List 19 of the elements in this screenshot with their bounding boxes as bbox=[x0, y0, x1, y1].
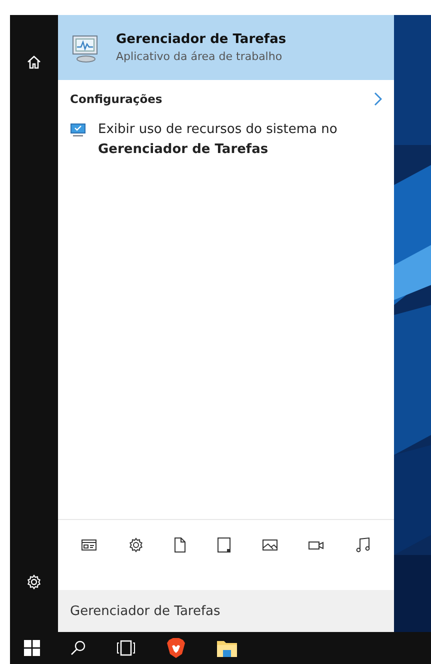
image-icon[interactable] bbox=[262, 538, 278, 552]
document-icon[interactable] bbox=[174, 537, 186, 553]
settings-icon[interactable] bbox=[128, 537, 144, 553]
best-match-result[interactable]: Gerenciador de Tarefas Aplicativo da área de trabalho bbox=[58, 15, 394, 80]
section-heading: Configurações bbox=[70, 92, 162, 106]
task-view-icon[interactable] bbox=[116, 640, 136, 656]
video-camera-icon[interactable] bbox=[308, 539, 324, 551]
search-icon[interactable] bbox=[70, 640, 86, 656]
app-window-icon[interactable] bbox=[81, 538, 98, 552]
chevron-right-icon[interactable] bbox=[374, 92, 382, 106]
result-title: Gerenciador de Tarefas bbox=[116, 32, 286, 47]
music-note-icon[interactable] bbox=[354, 537, 371, 553]
result-subtitle: Aplicativo da área de trabalho bbox=[116, 50, 284, 63]
monitor-icon bbox=[70, 123, 86, 137]
home-icon[interactable] bbox=[27, 55, 41, 69]
search-field[interactable]: Gerenciador de Tarefas bbox=[58, 590, 394, 632]
settings-result[interactable]: Exibir uso de recursos do sistema no Gerenciador de Tarefas bbox=[58, 114, 394, 166]
lion-shield-icon[interactable] bbox=[166, 637, 186, 659]
windows-logo-icon[interactable] bbox=[24, 640, 40, 656]
